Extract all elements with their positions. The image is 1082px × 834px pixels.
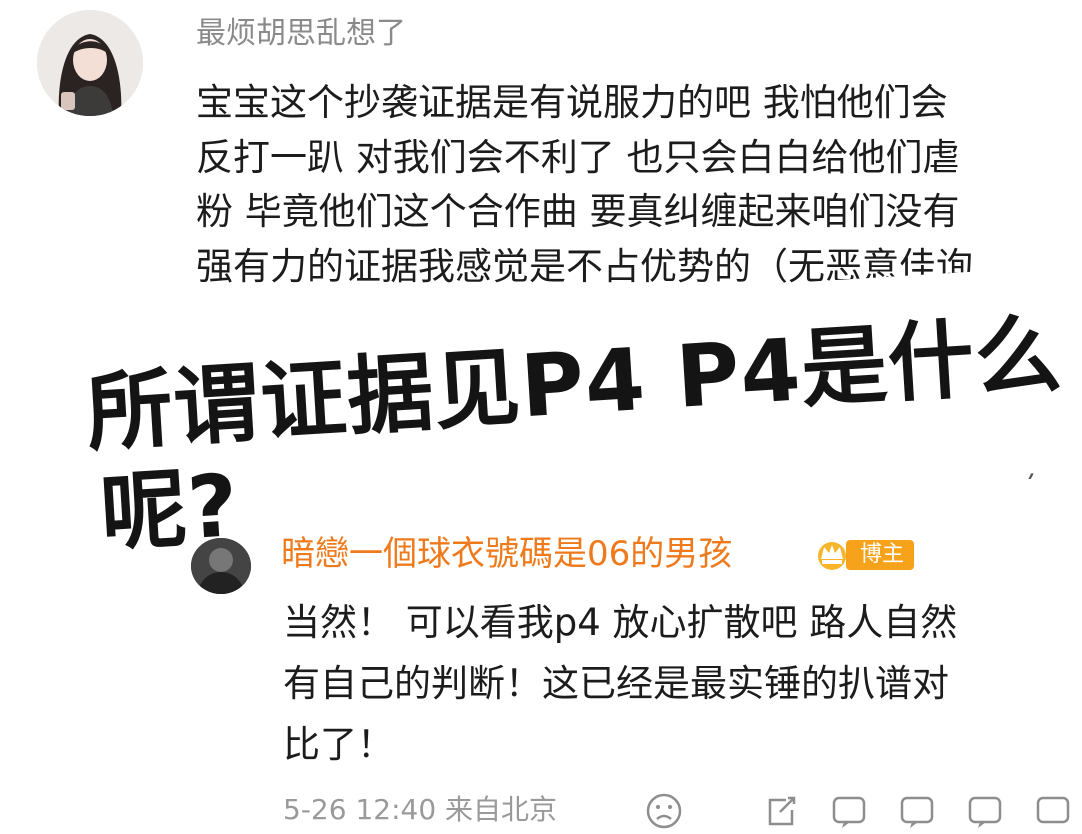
like-icon[interactable]: [898, 792, 936, 830]
sad-face-icon[interactable]: [645, 792, 683, 830]
reply-timestamp-location: 5-26 12:40 来自北京: [283, 793, 558, 826]
share-icon[interactable]: [762, 792, 800, 830]
reply-avatar[interactable]: [191, 538, 251, 594]
screenshot-canvas: 最烦胡思乱想了 宝宝这个抄袭证据是有说服力的吧 我怕他们会 反打一趴 对我们会不…: [0, 0, 1082, 834]
comment-line: 粉 毕竟他们这个合作曲 要真纠缠起来咱们没有: [196, 190, 960, 233]
comment-line: 反打一趴 对我们会不利了 也只会白白给他们虐: [196, 135, 960, 179]
reply-avatar-image: [191, 538, 251, 594]
blogger-badge: 博主: [846, 540, 915, 570]
reply-line: 当然！ 可以看我p4 放心扩散吧 路人自然: [283, 601, 958, 644]
crown-icon: [818, 542, 846, 570]
reply-line: 比了！: [283, 723, 394, 766]
more-icon[interactable]: [966, 792, 1004, 830]
thumbs-up-icon[interactable]: [1034, 792, 1072, 830]
overlay-caption: 所谓证据见P4 P4是什么 呢?: [18, 240, 1082, 564]
reply-username[interactable]: 暗戀一個球衣號碼是06的男孩: [281, 532, 732, 576]
comment-icon[interactable]: [830, 792, 868, 830]
reply-text: 当然！ 可以看我p4 放心扩散吧 路人自然 有自己的判断！这已经是最实锤的扒谱对…: [283, 592, 1063, 775]
reply-line: 有自己的判断！这已经是最实锤的扒谱对: [283, 662, 949, 705]
avatar-image: [37, 10, 143, 116]
commenter-username[interactable]: 最烦胡思乱想了: [196, 14, 406, 54]
commenter-avatar[interactable]: [37, 10, 143, 116]
comment-line: 宝宝这个抄袭证据是有说服力的吧 我怕他们会: [196, 81, 948, 124]
